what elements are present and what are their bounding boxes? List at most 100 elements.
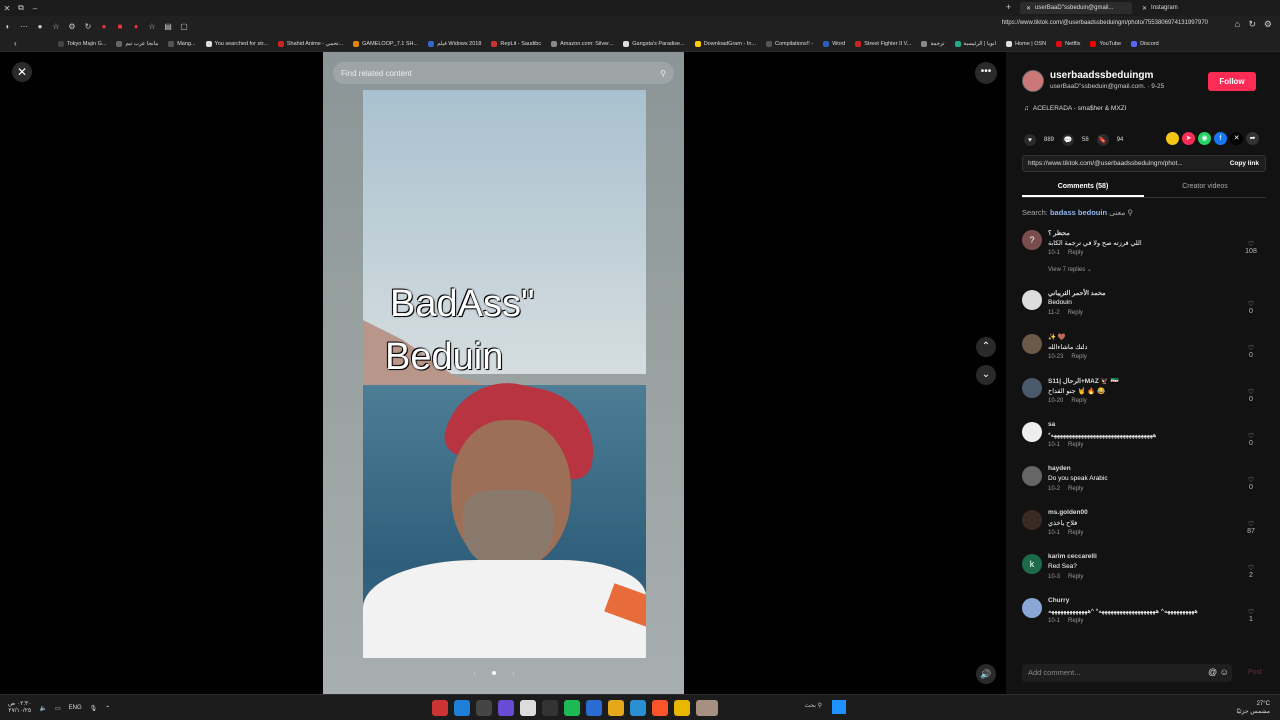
bookmark-item[interactable]: RepLit - Saudibc: [491, 40, 541, 47]
adblock-icon[interactable]: ■: [112, 22, 128, 31]
app-icon-1[interactable]: [432, 700, 448, 716]
network-icon[interactable]: ▭: [55, 705, 61, 712]
tray-chevron-icon[interactable]: ⌃: [105, 705, 110, 712]
file-explorer-icon[interactable]: [608, 700, 624, 716]
reply-button[interactable]: Reply: [1068, 618, 1083, 624]
reply-button[interactable]: Reply: [1068, 530, 1083, 536]
bookmark-item[interactable]: Shahid Anime - تحمي...: [277, 40, 343, 47]
avatar[interactable]: [1022, 466, 1042, 486]
bookmark-item[interactable]: Compilations!! -: [765, 40, 813, 47]
embed-icon[interactable]: [1166, 132, 1179, 145]
comment-like[interactable]: ♡ 0: [1244, 432, 1258, 447]
extension-icon[interactable]: ⚙: [64, 22, 80, 31]
brave-icon[interactable]: [652, 700, 668, 716]
reload-icon[interactable]: ↻: [1248, 19, 1256, 30]
view-replies-button[interactable]: View 7 replies ⌄: [1048, 266, 1092, 273]
mention-icon[interactable]: @: [1208, 667, 1217, 677]
heart-icon[interactable]: ♥: [1024, 134, 1036, 146]
bookmark-item[interactable]: Netflix: [1056, 40, 1080, 47]
avatar[interactable]: ?: [1022, 230, 1042, 250]
avatar[interactable]: k: [1022, 554, 1042, 574]
bookmark-item[interactable]: YouTube: [1090, 40, 1121, 47]
comment-author[interactable]: محمد الأحمر الثريباني: [1048, 289, 1106, 297]
app-icon-3[interactable]: [476, 700, 492, 716]
taskbar-search[interactable]: بحث ⚲: [752, 702, 822, 714]
reply-button[interactable]: Reply: [1068, 574, 1083, 580]
app-icon-4[interactable]: [498, 700, 514, 716]
comment-icon[interactable]: 💬: [1062, 134, 1075, 146]
reply-button[interactable]: Reply: [1071, 354, 1086, 360]
bookmark-item[interactable]: DownloadGram - In...: [694, 40, 756, 47]
pager-dot[interactable]: [492, 671, 496, 675]
bookmark-item[interactable]: Gangsta's Paradise...: [623, 40, 685, 47]
avatar[interactable]: [1022, 510, 1042, 530]
tab-creator-videos[interactable]: Creator videos: [1144, 180, 1266, 197]
next-photo-icon[interactable]: ›: [512, 668, 515, 678]
add-comment-input[interactable]: Add comment...: [1022, 664, 1232, 682]
bookmark-item[interactable]: Home | OSN: [1006, 40, 1046, 47]
bookmark-item[interactable]: ترجمة: [921, 40, 945, 47]
comment-author[interactable]: karim ceccarelli: [1048, 553, 1097, 560]
lang-indicator[interactable]: ENG: [69, 705, 82, 711]
file-app-icon[interactable]: [520, 700, 536, 716]
emoji-icon[interactable]: ☺: [1220, 667, 1229, 677]
clock-block[interactable]: ٠٢:٣٠ ص ٢٧/١٠/٢٥: [8, 701, 31, 715]
music-line[interactable]: ♫ ACELERADA - sma$her & MXZI: [1024, 105, 1126, 112]
reading-icon[interactable]: ▤: [160, 22, 176, 31]
avatar[interactable]: [1022, 422, 1042, 442]
restore-icon[interactable]: ⧉: [14, 3, 28, 13]
edge-logo-icon[interactable]: ◐: [0, 22, 16, 31]
comment-author[interactable]: Churry: [1048, 597, 1069, 604]
extension-red-icon[interactable]: ●: [96, 22, 112, 31]
send-icon[interactable]: ➤: [1182, 132, 1195, 145]
comment-like[interactable]: ♡ 0: [1244, 344, 1258, 359]
bookmark-item[interactable]: مانجا عرب تيم: [116, 40, 158, 47]
volume-tray-icon[interactable]: 🔈: [39, 705, 46, 712]
minimize-icon[interactable]: –: [28, 4, 42, 13]
extension-red2-icon[interactable]: ♦: [128, 22, 144, 31]
app-icon-10[interactable]: [630, 700, 646, 716]
close-tab-icon[interactable]: ✕: [1026, 5, 1031, 12]
bookmark-item[interactable]: Street Fighter II V...: [855, 40, 911, 47]
close-tab-icon[interactable]: ✕: [1142, 5, 1147, 12]
settings-gear-icon[interactable]: ⚙: [1264, 19, 1272, 30]
weather-widget[interactable]: 27°C مشمس جزئيًا: [1236, 700, 1270, 716]
bookmark-item[interactable]: GAMELOOP_7.1 SH...: [353, 40, 418, 47]
address-bar[interactable]: https://www.tiktok.com/@userbaadssbeduin…: [1002, 20, 1208, 26]
close-viewer-button[interactable]: ✕: [12, 62, 32, 82]
reply-button[interactable]: Reply: [1068, 486, 1083, 492]
bookmark-item[interactable]: Mang...: [168, 40, 196, 47]
app-icon-13[interactable]: [696, 700, 718, 716]
tab-comments[interactable]: Comments (58): [1022, 180, 1144, 197]
new-tab-icon[interactable]: +: [1006, 2, 1011, 12]
comment-like[interactable]: ♡ 0: [1244, 300, 1258, 315]
back-icon[interactable]: ‹: [14, 39, 17, 48]
tab-instagram[interactable]: ✕ Instagram: [1136, 2, 1216, 14]
avatar[interactable]: [1022, 598, 1042, 618]
favorites-icon[interactable]: ☆: [144, 22, 160, 31]
share-arrow-icon[interactable]: ➦: [1246, 132, 1259, 145]
post-button[interactable]: Post: [1248, 669, 1262, 676]
avatar[interactable]: [1022, 334, 1042, 354]
comment-author[interactable]: hayden: [1048, 465, 1071, 472]
bookmark-item[interactable]: Word: [823, 40, 845, 47]
comment-like[interactable]: ♡ 2: [1244, 564, 1258, 579]
bookmark-item[interactable]: فيلم Widows 2018: [428, 40, 481, 47]
reply-button[interactable]: Reply: [1068, 442, 1083, 448]
app-icon-6[interactable]: [542, 700, 558, 716]
avatar[interactable]: [1022, 378, 1042, 398]
volume-button[interactable]: 🔊: [976, 664, 996, 684]
comment-author[interactable]: ✨ 🤎: [1048, 333, 1066, 341]
edge-app-icon[interactable]: [454, 700, 470, 716]
related-search-input[interactable]: Find related content ⚲: [333, 62, 674, 84]
close-window-icon[interactable]: ✕: [0, 4, 14, 13]
comment-author[interactable]: S11| الرحال+MAZ 🦅 🇸🇾: [1048, 377, 1119, 385]
chrome-icon[interactable]: [674, 700, 690, 716]
comment-like[interactable]: ♡ 87: [1244, 520, 1258, 535]
whatsapp-icon[interactable]: ◉: [1198, 132, 1211, 145]
author-avatar[interactable]: [1022, 70, 1044, 92]
tab-actions-icon[interactable]: ▢: [176, 22, 192, 31]
avatar[interactable]: [1022, 290, 1042, 310]
bookmark-item[interactable]: Amazon.com: Silver...: [551, 40, 613, 47]
bookmark-item[interactable]: You searched for str...: [205, 40, 268, 47]
